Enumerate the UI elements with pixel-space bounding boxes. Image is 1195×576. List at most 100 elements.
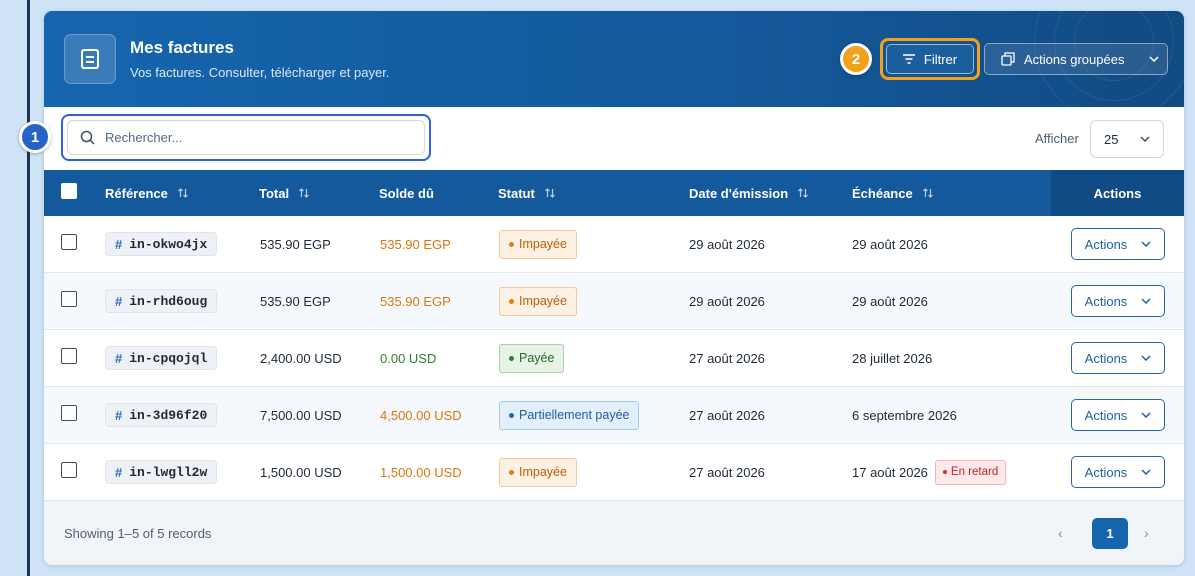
row-actions-label: Actions <box>1084 293 1128 309</box>
chevron-down-icon <box>1149 56 1159 62</box>
row-actions-cell: Actions <box>1071 444 1165 500</box>
issue-date-cell: 27 août 2026 <box>689 350 765 366</box>
status-dot-icon <box>509 412 514 418</box>
select-all-checkbox[interactable] <box>61 183 77 199</box>
hash-icon: # <box>115 293 123 309</box>
due-date-value: 6 septembre 2026 <box>852 407 957 423</box>
issue-date-cell: 29 août 2026 <box>689 236 765 252</box>
column-header-reference-label: Référence <box>105 185 168 201</box>
page-size-value: 25 <box>1104 131 1119 147</box>
row-actions-button[interactable]: Actions <box>1071 399 1165 431</box>
row-actions-label: Actions <box>1084 464 1128 480</box>
issue-date-cell: 29 août 2026 <box>689 293 765 309</box>
chevron-down-icon <box>1141 469 1151 475</box>
due-date-value: 29 août 2026 <box>852 236 928 252</box>
table-header: Référence Total Solde dû Statut Date d'é… <box>44 170 1184 216</box>
chevron-down-icon <box>1140 136 1150 142</box>
row-actions-label: Actions <box>1084 407 1128 423</box>
row-checkbox[interactable] <box>61 234 77 250</box>
chevron-down-icon <box>1141 298 1151 304</box>
due-date-cell: 29 août 2026 <box>852 216 928 272</box>
balance-due-cell: 535.90 EGP <box>380 236 451 252</box>
balance-due-cell: 535.90 EGP <box>380 293 451 309</box>
row-actions-cell: Actions <box>1071 330 1165 386</box>
page-size-select[interactable]: 25 <box>1090 120 1164 158</box>
total-cell: 7,500.00 USD <box>260 407 342 423</box>
issue-date-cell: 27 août 2026 <box>689 407 765 423</box>
row-actions-button[interactable]: Actions <box>1071 285 1165 317</box>
page-subtitle: Vos factures. Consulter, télécharger et … <box>130 65 390 80</box>
status-cell: Impayée <box>499 444 577 500</box>
search-icon <box>80 130 95 145</box>
column-header-total[interactable]: Total <box>259 170 310 216</box>
reference-value: in-cpqojql <box>129 350 208 366</box>
status-badge: Impayée <box>499 286 577 316</box>
page-title: Mes factures <box>130 38 234 57</box>
status-label: Payée <box>519 351 555 365</box>
due-date-cell: 28 juillet 2026 <box>852 330 932 386</box>
row-checkbox[interactable] <box>61 405 77 421</box>
total-cell: 535.90 EGP <box>260 293 331 309</box>
search-input[interactable] <box>105 130 405 145</box>
total-cell: 1,500.00 USD <box>260 464 342 480</box>
copy-stack-icon <box>1001 52 1015 66</box>
row-actions-cell: Actions <box>1071 273 1165 329</box>
sort-arrows-icon <box>177 188 188 198</box>
total-cell: 2,400.00 USD <box>260 350 342 366</box>
column-header-issue-date[interactable]: Date d'émission <box>689 170 809 216</box>
status-badge: Payée <box>499 343 565 373</box>
pagination-page-button[interactable]: 1 <box>1092 518 1128 549</box>
row-checkbox[interactable] <box>61 462 77 478</box>
row-actions-label: Actions <box>1084 236 1128 252</box>
status-label: Partiellement payée <box>519 408 630 422</box>
column-header-reference[interactable]: Référence <box>105 170 189 216</box>
balance-due-cell: 1,500.00 USD <box>380 464 462 480</box>
overdue-label: En retard <box>950 466 999 478</box>
pagination-prev-icon[interactable]: ‹ <box>1058 525 1063 541</box>
due-date-cell: 29 août 2026 <box>852 273 928 329</box>
row-actions-label: Actions <box>1084 350 1128 366</box>
chevron-down-icon <box>1141 241 1151 247</box>
total-cell: 535.90 EGP <box>260 236 331 252</box>
column-header-status-label: Statut <box>498 185 535 201</box>
reference-cell: # in-okwo4jx <box>105 216 218 272</box>
bulk-actions-button[interactable]: Actions groupées <box>984 43 1168 75</box>
chevron-down-icon <box>1141 412 1151 418</box>
row-checkbox[interactable] <box>61 348 77 364</box>
row-actions-button[interactable]: Actions <box>1071 456 1165 488</box>
filter-lines-icon <box>902 54 915 64</box>
status-cell: Payée <box>499 330 565 386</box>
row-checkbox[interactable] <box>61 291 77 307</box>
column-header-status[interactable]: Statut <box>498 170 556 216</box>
page-size-label: Afficher <box>1035 131 1079 146</box>
overdue-dot-icon <box>942 470 947 474</box>
status-badge: Impayée <box>499 229 577 259</box>
table-footer: Showing 1–5 of 5 records ‹ 1 › <box>44 500 1184 565</box>
status-label: Impayée <box>519 294 567 308</box>
column-header-issue-date-label: Date d'émission <box>689 185 789 201</box>
status-cell: Partiellement payée <box>499 387 640 443</box>
status-dot-icon <box>509 355 514 361</box>
row-actions-button[interactable]: Actions <box>1071 342 1165 374</box>
row-actions-cell: Actions <box>1071 387 1165 443</box>
table-row: # in-rhd6oug 535.90 EGP 535.90 EGP Impay… <box>44 273 1184 330</box>
column-header-actions: Actions <box>1051 170 1184 216</box>
chevron-down-icon <box>1141 355 1151 361</box>
filter-button[interactable]: Filtrer <box>886 44 974 74</box>
reference-value: in-rhd6oug <box>129 293 208 309</box>
pagination-next-icon[interactable]: › <box>1144 525 1149 541</box>
hash-icon: # <box>115 236 123 252</box>
table-row: # in-3d96f20 7,500.00 USD 4,500.00 USD P… <box>44 387 1184 444</box>
reference-value: in-lwgll2w <box>129 464 208 480</box>
search-field[interactable] <box>67 120 425 155</box>
balance-due-cell: 4,500.00 USD <box>380 407 462 423</box>
status-dot-icon <box>509 241 514 247</box>
filter-button-label: Filtrer <box>923 51 958 67</box>
step-marker-1: 1 <box>19 121 51 153</box>
due-date-value: 28 juillet 2026 <box>852 350 933 366</box>
table-row: # in-lwgll2w 1,500.00 USD 1,500.00 USD I… <box>44 444 1184 501</box>
status-dot-icon <box>509 469 514 475</box>
row-actions-button[interactable]: Actions <box>1071 228 1165 260</box>
column-header-due-date[interactable]: Échéance <box>852 170 934 216</box>
left-rail-divider <box>27 0 30 576</box>
